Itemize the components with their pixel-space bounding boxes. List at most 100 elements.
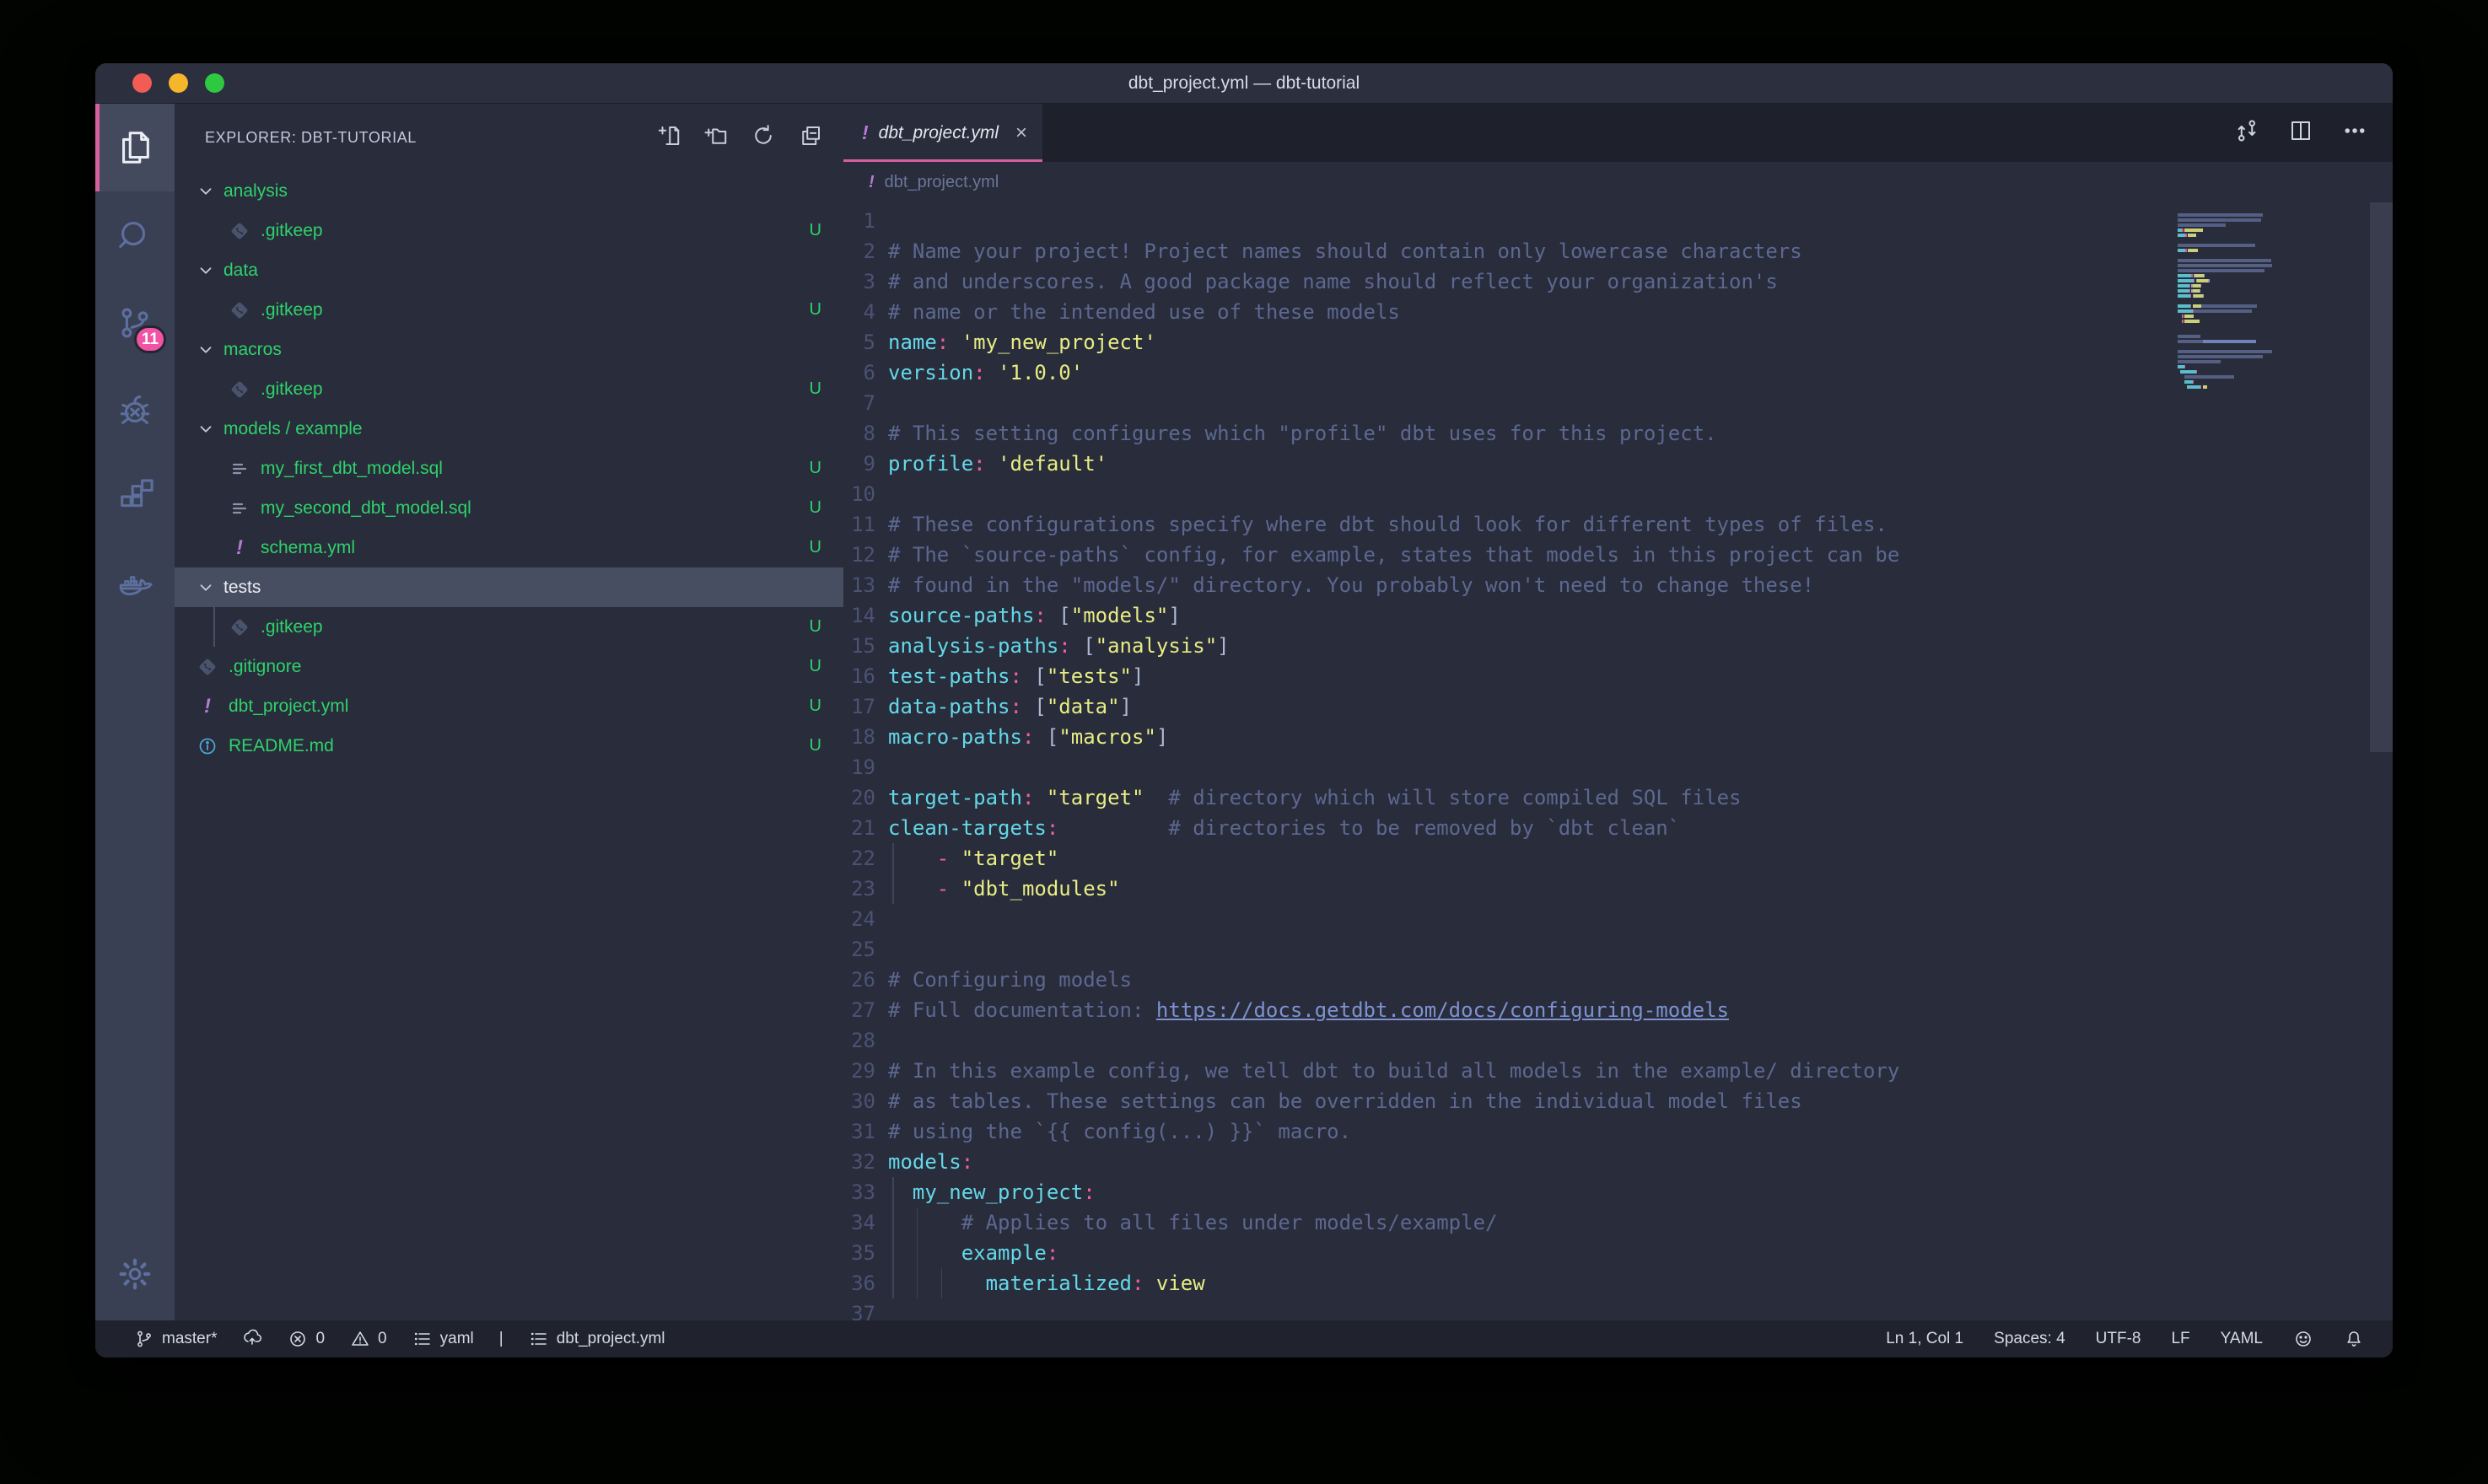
manage-gear-button[interactable] <box>95 1228 175 1320</box>
file-label: .gitkeep <box>261 379 810 400</box>
tab-dbt-project-yml[interactable]: ! dbt_project.yml × <box>843 104 1042 162</box>
breadcrumb-label[interactable]: dbt_project.yml <box>885 173 999 192</box>
tree-item-models-example[interactable]: models / example <box>175 409 843 449</box>
status-branch-indicator[interactable]: master* <box>134 1329 217 1349</box>
vertical-scrollbar[interactable] <box>2370 202 2393 752</box>
status-indentation[interactable]: Spaces: 4 <box>1994 1330 2065 1348</box>
tree-item-macros[interactable]: macros <box>175 330 843 369</box>
status-language-mode[interactable]: YAML <box>2221 1330 2263 1348</box>
file-label: analysis <box>223 181 821 202</box>
open-changes-icon[interactable] <box>2234 118 2259 148</box>
status-feedback[interactable] <box>2293 1329 2313 1349</box>
tree-item-dbt-project-yml[interactable]: !dbt_project.ymlU <box>175 686 843 726</box>
activity-extensions[interactable] <box>95 454 175 542</box>
explorer-title: EXPLORER: DBT-TUTORIAL <box>205 129 656 147</box>
tree-item-analysis[interactable]: analysis <box>175 171 843 211</box>
code-line-16: 16test-paths: ["tests"] <box>843 661 2393 691</box>
status-encoding[interactable]: UTF-8 <box>2096 1330 2141 1348</box>
zoom-window-button[interactable] <box>205 73 224 93</box>
line-number: 3 <box>843 266 875 297</box>
tree-item-schema-yml[interactable]: !schema.ymlU <box>175 528 843 567</box>
code-line-12: 12# The `source-paths` config, for examp… <box>843 540 2393 570</box>
collapse-all-icon[interactable] <box>798 123 823 153</box>
tree-indent-guide <box>213 607 215 647</box>
line-number: 19 <box>843 752 875 782</box>
docs-link[interactable]: https://docs.getdbt.com/docs/configuring… <box>1156 998 1729 1022</box>
close-window-button[interactable] <box>132 73 152 93</box>
line-content: test-paths: ["tests"] <box>875 661 1144 691</box>
code-line-7: 7 <box>843 388 2393 418</box>
new-file-icon[interactable] <box>656 123 681 153</box>
activity-docker[interactable] <box>95 542 175 630</box>
screenshot-stage: dbt_project.yml — dbt-tutorial 11 EXPLOR… <box>0 0 2488 1484</box>
status-outline-file[interactable]: dbt_project.yml <box>529 1329 665 1349</box>
tree-item--gitignore[interactable]: .gitignoreU <box>175 647 843 686</box>
file-label: my_second_dbt_model.sql <box>261 498 810 519</box>
code-line-25: 25 <box>843 934 2393 965</box>
line-content: example: <box>875 1238 1058 1268</box>
status-warnings-count[interactable]: 0 <box>350 1329 387 1349</box>
new-folder-icon[interactable] <box>703 123 729 153</box>
tree-item-tests[interactable]: tests <box>175 567 843 607</box>
tree-item--gitkeep[interactable]: .gitkeepU <box>175 369 843 409</box>
sql-file-icon <box>229 497 250 519</box>
minimap[interactable] <box>2178 207 2370 395</box>
tree-item--gitkeep[interactable]: .gitkeepU <box>175 290 843 330</box>
tree-item--gitkeep[interactable]: .gitkeepU <box>175 211 843 250</box>
minimize-window-button[interactable] <box>169 73 188 93</box>
line-number: 34 <box>843 1207 875 1238</box>
tab-bar: ! dbt_project.yml × <box>843 104 2393 162</box>
activity-source-control[interactable]: 11 <box>95 279 175 367</box>
line-content: my_new_project: <box>875 1177 1096 1207</box>
status-cursor-position[interactable]: Ln 1, Col 1 <box>1886 1330 1963 1348</box>
tree-item-readme-md[interactable]: README.mdU <box>175 726 843 766</box>
indent-guide <box>917 1238 918 1268</box>
tree-item-my-first-dbt-model-sql[interactable]: my_first_dbt_model.sqlU <box>175 449 843 488</box>
file-label: .gitignore <box>229 657 810 677</box>
code-area[interactable]: 12# Name your project! Project names sho… <box>843 206 2393 1320</box>
code-line-26: 26# Configuring models <box>843 965 2393 995</box>
line-number: 23 <box>843 874 875 904</box>
status-errors-count[interactable]: 0 <box>288 1329 325 1349</box>
editor-actions <box>2234 104 2393 162</box>
file-label: macros <box>223 340 821 360</box>
split-editor-icon[interactable] <box>2288 118 2313 148</box>
tree-item-my-second-dbt-model-sql[interactable]: my_second_dbt_model.sqlU <box>175 488 843 528</box>
status-notifications[interactable] <box>2344 1329 2364 1349</box>
code-line-3: 3# and underscores. A good package name … <box>843 266 2393 297</box>
git-file-icon <box>229 220 250 242</box>
refresh-icon[interactable] <box>751 123 776 153</box>
line-number: 28 <box>843 1025 875 1056</box>
status-publish-changes[interactable] <box>242 1329 262 1349</box>
more-actions-icon[interactable] <box>2342 118 2367 148</box>
tree-item-data[interactable]: data <box>175 250 843 290</box>
close-tab-icon[interactable]: × <box>1015 123 1027 143</box>
title-bar[interactable]: dbt_project.yml — dbt-tutorial <box>95 63 2393 104</box>
status-label: 0 <box>315 1330 325 1348</box>
status-outline-yaml[interactable]: yaml <box>412 1329 474 1349</box>
git-untracked-badge: U <box>810 459 843 478</box>
git-untracked-badge: U <box>810 300 843 320</box>
activity-debug[interactable] <box>95 367 175 454</box>
line-content: # These configurations specify where dbt… <box>875 509 1888 540</box>
line-content: - "target" <box>875 843 1058 874</box>
code-line-27: 27# Full documentation: https://docs.get… <box>843 995 2393 1025</box>
line-content: materialized: view <box>875 1268 1205 1298</box>
code-line-19: 19 <box>843 752 2393 782</box>
line-content: - "dbt_modules" <box>875 874 1120 904</box>
line-number: 31 <box>843 1116 875 1147</box>
line-content: # name or the intended use of these mode… <box>875 297 1400 327</box>
breadcrumb[interactable]: ! dbt_project.yml <box>843 162 2393 202</box>
file-label: dbt_project.yml <box>229 696 810 717</box>
line-content <box>875 1025 888 1056</box>
activity-files[interactable] <box>95 104 175 191</box>
status-label: YAML <box>2221 1330 2263 1348</box>
status-eol[interactable]: LF <box>2171 1330 2189 1348</box>
indent-guide <box>892 1268 894 1298</box>
editor[interactable]: 12# Name your project! Project names sho… <box>843 202 2393 1320</box>
line-content: profile: 'default' <box>875 449 1107 479</box>
code-line-30: 30# as tables. These settings can be ove… <box>843 1086 2393 1116</box>
tree-item--gitkeep[interactable]: .gitkeepU <box>175 607 843 647</box>
activity-search[interactable] <box>95 191 175 279</box>
status-label: UTF-8 <box>2096 1330 2141 1348</box>
